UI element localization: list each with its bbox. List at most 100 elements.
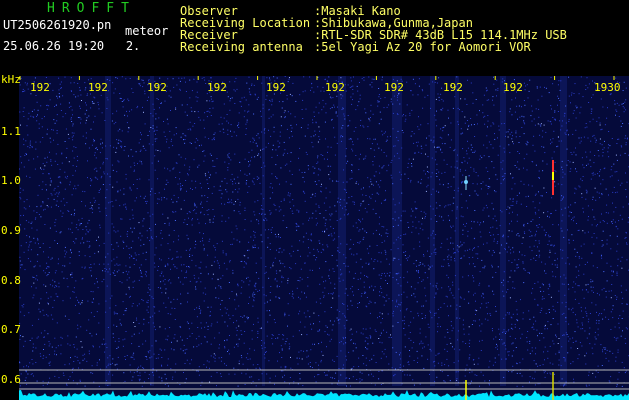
noise-speck <box>621 267 623 269</box>
noise-speck <box>94 200 96 202</box>
noise-speck <box>53 198 55 200</box>
noise-speck <box>36 115 37 117</box>
noise-speck <box>416 270 418 272</box>
noise-speck <box>170 96 172 98</box>
noise-speck <box>123 149 125 151</box>
noise-speck <box>254 139 255 141</box>
noise-speck <box>291 174 293 175</box>
noise-speck <box>131 379 133 381</box>
noise-speck <box>558 352 560 354</box>
noise-speck <box>471 371 473 373</box>
noise-speck <box>23 251 25 253</box>
noise-speck <box>479 158 481 160</box>
noise-speck <box>323 295 325 297</box>
noise-speck <box>324 222 326 224</box>
noise-speck <box>336 220 338 221</box>
noise-speck <box>238 127 240 128</box>
noise-speck <box>207 197 209 198</box>
noise-speck <box>586 77 588 79</box>
noise-speck <box>346 319 348 321</box>
noise-speck <box>167 313 169 315</box>
noise-speck <box>371 258 372 260</box>
noise-speck <box>133 358 135 360</box>
noise-speck <box>413 248 415 250</box>
noise-speck <box>285 181 287 183</box>
noise-speck <box>617 265 619 267</box>
noise-speck <box>198 307 200 309</box>
noise-speck <box>37 336 39 338</box>
noise-speck <box>146 309 148 311</box>
noise-speck <box>91 275 92 277</box>
noise-speck <box>448 254 450 256</box>
noise-speck <box>70 357 71 359</box>
noise-speck <box>129 371 131 373</box>
noise-speck <box>414 152 415 154</box>
noise-speck <box>276 284 278 286</box>
noise-speck <box>468 326 470 328</box>
noise-speck <box>42 163 44 165</box>
noise-speck <box>592 135 594 137</box>
noise-speck <box>26 235 28 237</box>
noise-speck <box>39 247 41 248</box>
noise-speck <box>575 255 577 257</box>
noise-speck <box>370 301 372 303</box>
noise-speck <box>148 79 150 81</box>
noise-speck <box>374 286 376 288</box>
noise-speck <box>208 209 210 211</box>
noise-speck <box>325 280 327 282</box>
noise-speck <box>552 138 554 140</box>
noise-speck <box>598 192 600 194</box>
noise-speck <box>90 267 92 269</box>
noise-speck <box>254 236 256 238</box>
noise-speck <box>247 318 249 320</box>
noise-speck <box>386 139 388 141</box>
noise-speck <box>553 130 555 132</box>
noise-speck <box>358 101 360 103</box>
noise-speck <box>406 104 408 106</box>
noise-speck <box>196 81 198 83</box>
noise-speck <box>443 303 445 305</box>
noise-speck <box>414 288 416 290</box>
noise-speck <box>192 189 193 190</box>
noise-speck <box>140 239 142 241</box>
noise-speck <box>556 266 558 268</box>
noise-speck <box>577 326 579 328</box>
noise-speck <box>186 104 188 106</box>
noise-speck <box>567 160 569 161</box>
noise-speck <box>161 357 163 358</box>
noise-speck <box>113 230 115 232</box>
noise-speck <box>93 141 95 143</box>
noise-speck <box>590 178 592 180</box>
noise-speck <box>281 281 283 283</box>
noise-speck <box>617 349 619 351</box>
noise-speck <box>464 116 466 118</box>
noise-speck <box>280 116 282 118</box>
noise-speck <box>147 299 149 301</box>
noise-speck <box>448 365 450 367</box>
noise-speck <box>47 266 49 267</box>
noise-speck <box>508 371 509 372</box>
noise-speck <box>612 317 614 319</box>
noise-speck <box>541 298 543 300</box>
noise-speck <box>538 240 540 242</box>
noise-speck <box>509 335 511 337</box>
noise-speck <box>495 89 497 91</box>
noise-speck <box>271 98 273 100</box>
noise-speck <box>386 229 388 231</box>
noise-speck <box>380 180 382 182</box>
noise-speck <box>487 319 489 321</box>
noise-speck <box>364 275 365 277</box>
noise-speck <box>289 293 291 295</box>
noise-speck <box>19 196 21 198</box>
noise-speck <box>410 135 412 137</box>
noise-speck <box>402 320 404 322</box>
noise-speck <box>598 320 600 322</box>
noise-speck <box>626 196 627 198</box>
noise-speck <box>590 281 592 283</box>
noise-speck <box>77 117 79 118</box>
noise-speck <box>208 177 210 179</box>
noise-speck <box>320 190 322 192</box>
noise-speck <box>450 256 452 258</box>
noise-speck <box>308 247 309 249</box>
noise-speck <box>462 276 464 278</box>
